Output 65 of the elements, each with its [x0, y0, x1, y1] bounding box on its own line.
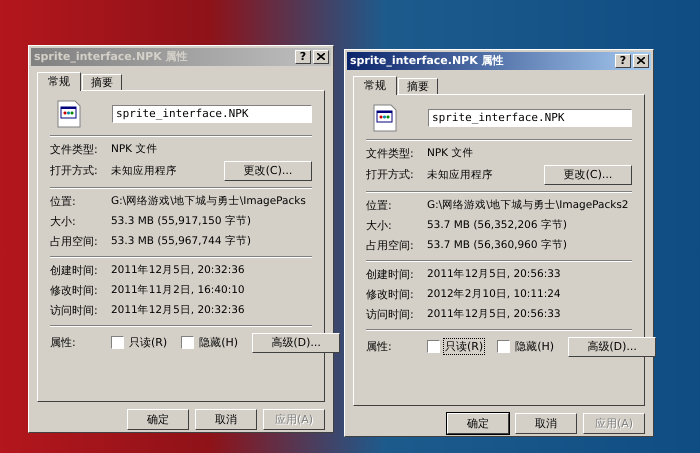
help-button[interactable]: ? [615, 54, 631, 68]
field-label: 修改时间: [50, 282, 99, 298]
dialog-button[interactable]: 取消 [515, 413, 577, 434]
field-label: 创建时间: [366, 266, 415, 282]
help-button[interactable]: ? [295, 50, 311, 64]
filename-field[interactable]: sprite_interface.NPK [112, 104, 312, 123]
field-label: 创建时间: [50, 262, 99, 278]
field-value: G:\网络游戏\地下城与勇士\ImagePacks [111, 194, 307, 208]
field-value: 未知应用程序 [427, 168, 494, 182]
field-value: NPK 文件 [111, 142, 158, 156]
tab[interactable]: 常规 [353, 76, 397, 95]
field-label: 大小: [50, 214, 77, 229]
field-value: 53.3 MB (55,967,744 字节) [111, 234, 252, 248]
field-label: 位置: [366, 198, 393, 213]
field-label: 占用空间: [366, 238, 415, 253]
field-label: 打开方式: [366, 167, 415, 182]
tab[interactable]: 常规 [37, 72, 81, 91]
field-value: 2012年2月10日, 10:11:24 [427, 287, 562, 302]
field-value: 53.7 MB (56,352,206 字节) [427, 218, 568, 232]
checkbox-label[interactable]: 只读(R) [443, 338, 486, 356]
checkbox[interactable] [181, 336, 194, 350]
field-value: 2011年12月5日, 20:32:36 [111, 303, 246, 318]
close-button[interactable] [313, 50, 329, 64]
checkbox-label[interactable]: 只读(R) [127, 334, 170, 352]
field-label: 占用空间: [50, 234, 99, 249]
filename-field[interactable]: sprite_interface.NPK [428, 108, 632, 127]
field-label: 修改时间: [366, 286, 415, 302]
dialog-button[interactable]: 确定 [127, 409, 189, 430]
close-icon [317, 53, 325, 60]
field-value: 2011年11月2日, 16:40:10 [111, 283, 246, 298]
field-label: 打开方式: [50, 163, 99, 178]
dialog-button[interactable]: 取消 [195, 409, 257, 430]
field-label: 属性: [50, 335, 77, 350]
close-button[interactable] [633, 54, 649, 68]
field-label: 访问时间: [366, 306, 415, 322]
advanced-button[interactable]: 高级(D)... [568, 336, 656, 357]
field-value: G:\网络游戏\地下城与勇士\ImagePacks2 [427, 198, 630, 212]
checkbox-label[interactable]: 隐藏(H) [513, 338, 556, 356]
field-value: 2011年12月5日, 20:32:36 [111, 263, 246, 278]
field-label: 文件类型: [366, 146, 415, 161]
file-icon [372, 104, 398, 132]
field-value: 53.7 MB (56,360,960 字节) [427, 238, 568, 252]
field-value: 2011年12月5日, 20:56:33 [427, 267, 562, 282]
tab[interactable]: 摘要 [398, 78, 438, 94]
close-icon [637, 57, 645, 64]
tab[interactable]: 摘要 [82, 74, 122, 90]
field-value: 2011年12月5日, 20:56:33 [427, 307, 562, 322]
file-icon [56, 100, 82, 128]
dialog-button[interactable]: 确定 [447, 413, 509, 434]
field-label: 访问时间: [50, 302, 99, 318]
checkbox[interactable] [111, 336, 124, 350]
checkbox[interactable] [497, 340, 510, 354]
change-button[interactable]: 更改(C)... [224, 160, 312, 181]
advanced-button[interactable]: 高级(D)... [252, 332, 340, 353]
field-value: NPK 文件 [427, 146, 474, 160]
checkbox[interactable] [427, 340, 440, 354]
field-label: 文件类型: [50, 142, 99, 157]
change-button[interactable]: 更改(C)... [544, 164, 632, 185]
window-title: sprite_interface.NPK 属性 [350, 53, 505, 68]
field-value: 未知应用程序 [111, 164, 178, 178]
field-value: 53.3 MB (55,917,150 字节) [111, 214, 252, 228]
field-label: 位置: [50, 194, 77, 209]
field-label: 属性: [366, 339, 393, 354]
field-label: 大小: [366, 218, 393, 233]
checkbox-label[interactable]: 隐藏(H) [197, 334, 240, 352]
